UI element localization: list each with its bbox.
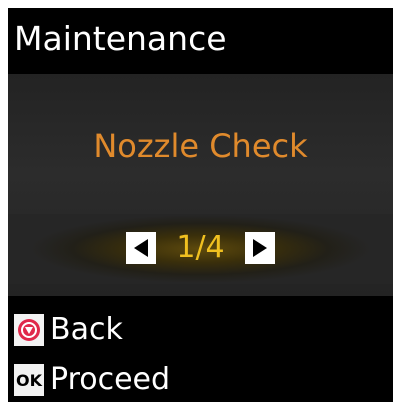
page-indicator: 1/4 [176,230,225,265]
menu-panel: Nozzle Check 1/4 [8,74,393,296]
ok-icon: OK [14,364,44,396]
right-triangle-icon[interactable] [244,232,275,264]
pager-controls: 1/4 [8,226,393,270]
proceed-button[interactable]: OK Proceed [14,358,170,402]
page-title: Maintenance [14,19,227,58]
menu-item-label[interactable]: Nozzle Check [8,124,393,168]
proceed-label: Proceed [50,362,171,397]
pager-bar: 1/4 [8,214,393,284]
stop-icon [14,314,44,346]
printer-lcd-screen: Maintenance Nozzle Check 1/4 Back OK Pro… [8,8,393,402]
back-label: Back [50,312,123,347]
left-triangle-icon[interactable] [126,232,157,264]
footer-bar: Back OK Proceed [8,296,393,402]
header-bar: Maintenance [8,8,393,74]
back-button[interactable]: Back [14,308,123,352]
